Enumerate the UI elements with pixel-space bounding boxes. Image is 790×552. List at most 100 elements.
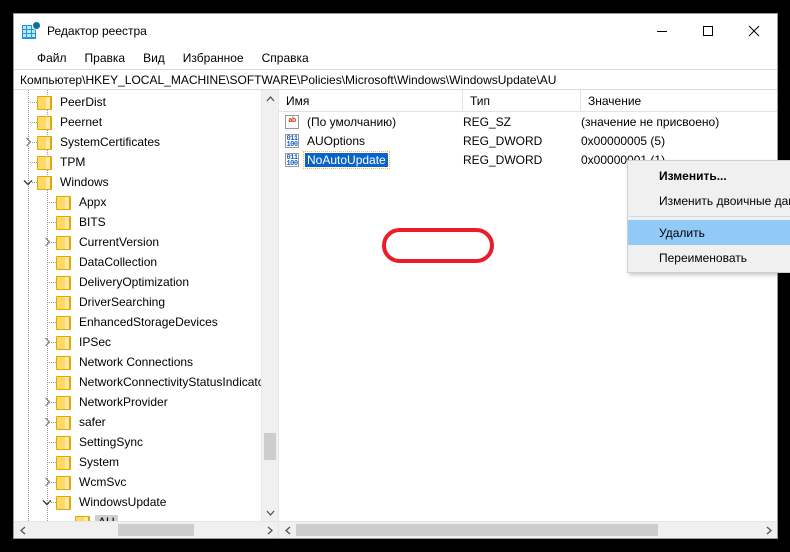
tree-node[interactable]: DriverSearching xyxy=(14,292,261,312)
context-menu[interactable]: Изменить...Изменить двоичные данные... Уд… xyxy=(627,160,790,273)
value-name: AUOptions xyxy=(307,133,366,148)
values-column-headers: Имя Тип Значение xyxy=(279,89,777,112)
string-value-icon: ab xyxy=(285,114,299,129)
value-row[interactable]: 011 100 AUOptions REG_DWORD 0x00000005 (5) xyxy=(279,131,777,150)
tree-node-label: TPM xyxy=(60,155,86,169)
menu-bar: Файл Правка Вид Избранное Справка xyxy=(14,47,777,69)
scroll-down-icon[interactable] xyxy=(262,504,278,521)
value-name: NoAutoUpdate xyxy=(303,150,390,169)
tree-node[interactable]: DeliveryOptimization xyxy=(14,272,261,292)
folder-icon xyxy=(55,455,71,470)
scroll-right-icon[interactable] xyxy=(760,522,777,538)
tree-node[interactable]: AU xyxy=(14,512,261,521)
tree-scroll-area: PeerDist Peernet SystemCertificates TPM Wind… xyxy=(14,90,278,521)
close-button[interactable] xyxy=(731,15,777,47)
context-menu-item[interactable]: Переименовать xyxy=(628,245,790,270)
value-data: (значение не присвоено) xyxy=(581,114,720,129)
tree-vscroll-track[interactable] xyxy=(262,107,278,504)
tree-node-label: NetworkConnectivityStatusIndicator xyxy=(79,375,261,389)
window-title: Редактор реестра xyxy=(47,23,147,38)
tree-node[interactable]: Peernet xyxy=(14,112,261,132)
tree-node[interactable]: TPM xyxy=(14,152,261,172)
folder-icon xyxy=(55,275,71,290)
menu-file[interactable]: Файл xyxy=(28,49,76,67)
value-type: REG_DWORD xyxy=(463,133,543,148)
tree-node[interactable]: NetworkConnectivityStatusIndicator xyxy=(14,372,261,392)
folder-icon xyxy=(55,335,71,350)
folder-icon xyxy=(55,395,71,410)
column-header-name[interactable]: Имя xyxy=(279,89,463,112)
column-header-value[interactable]: Значение xyxy=(581,90,777,112)
tree-node[interactable]: PeerDist xyxy=(14,92,261,112)
tree-node-label: NetworkProvider xyxy=(79,395,168,409)
value-name-cell: ab (По умолчанию) xyxy=(279,114,463,129)
tree-node[interactable]: DataCollection xyxy=(14,252,261,272)
tree-node[interactable]: EnhancedStorageDevices xyxy=(14,312,261,332)
menu-view[interactable]: Вид xyxy=(134,49,174,67)
tree-node-label: CurrentVersion xyxy=(79,235,160,249)
value-row[interactable]: ab (По умолчанию) REG_SZ (значение не присв… xyxy=(279,112,777,131)
menu-help[interactable]: Справка xyxy=(253,49,318,67)
folder-icon xyxy=(55,195,71,210)
tree-vscroll-thumb[interactable] xyxy=(264,432,276,461)
registry-editor-window: Редактор реестра Файл Правка Вид Избранн… xyxy=(13,13,790,539)
menu-favorites[interactable]: Избранное xyxy=(174,49,253,67)
address-bar[interactable]: Компьютер\HKEY_LOCAL_MACHINE\SOFTWARE\Po… xyxy=(14,69,777,90)
column-header-type[interactable]: Тип xyxy=(463,89,581,112)
folder-icon xyxy=(36,135,52,150)
tree-node[interactable]: WindowsUpdate xyxy=(14,492,261,512)
title-bar: Редактор реестра xyxy=(14,14,777,47)
scroll-up-icon[interactable] xyxy=(262,90,278,107)
tree-node[interactable]: NetworkProvider xyxy=(14,392,261,412)
tree-node-label: SettingSync xyxy=(79,435,144,449)
folder-icon xyxy=(36,175,52,190)
registry-tree[interactable]: PeerDist Peernet SystemCertificates TPM Wind… xyxy=(14,90,261,521)
folder-icon xyxy=(55,475,71,490)
tree-vertical-scrollbar[interactable] xyxy=(261,90,278,521)
context-menu-item[interactable]: Изменить двоичные данные... xyxy=(628,188,790,213)
folder-icon xyxy=(74,515,90,521)
registry-editor-icon xyxy=(22,21,40,39)
tree-node[interactable]: IPSec xyxy=(14,332,261,352)
tree-hscroll-thumb[interactable] xyxy=(118,524,195,536)
tree-node[interactable]: CurrentVersion xyxy=(14,232,261,252)
tree-node-label: SystemCertificates xyxy=(60,135,161,149)
tree-node-label: PeerDist xyxy=(60,95,107,109)
values-horizontal-scrollbar[interactable] xyxy=(279,521,777,538)
dword-value-icon: 011 100 xyxy=(285,133,299,148)
tree-node-label: safer xyxy=(79,415,106,429)
tree-node[interactable]: Appx xyxy=(14,192,261,212)
tree-node-label: Appx xyxy=(79,195,107,209)
tree-node[interactable]: Network Connections xyxy=(14,352,261,372)
scroll-left-icon[interactable] xyxy=(279,522,296,538)
tree-node-label: DriverSearching xyxy=(79,295,166,309)
tree-hscroll-track[interactable] xyxy=(31,522,261,538)
tree-horizontal-scrollbar[interactable] xyxy=(14,521,278,538)
registry-path: Компьютер\HKEY_LOCAL_MACHINE\SOFTWARE\Po… xyxy=(20,72,557,87)
folder-icon xyxy=(55,415,71,430)
tree-node[interactable]: BITS xyxy=(14,212,261,232)
minimize-button[interactable] xyxy=(639,15,685,47)
tree-node[interactable]: safer xyxy=(14,412,261,432)
folder-icon xyxy=(36,95,52,110)
folder-icon xyxy=(55,255,71,270)
menu-edit[interactable]: Правка xyxy=(76,49,135,67)
values-hscroll-track[interactable] xyxy=(296,522,760,538)
scroll-right-icon[interactable] xyxy=(261,522,278,538)
tree-node-label: Windows xyxy=(60,175,109,189)
context-menu-item[interactable]: Изменить... xyxy=(628,163,790,188)
scroll-left-icon[interactable] xyxy=(14,522,31,538)
tree-node-label: Peernet xyxy=(60,115,103,129)
tree-node[interactable]: Windows xyxy=(14,172,261,192)
tree-node[interactable]: System xyxy=(14,452,261,472)
maximize-button[interactable] xyxy=(685,15,731,47)
values-hscroll-thumb[interactable] xyxy=(296,524,658,536)
folder-icon xyxy=(55,375,71,390)
context-menu-item[interactable]: Удалить xyxy=(628,220,790,245)
tree-node[interactable]: WcmSvc xyxy=(14,472,261,492)
value-name: (По умолчанию) xyxy=(307,114,397,129)
values-pane: Имя Тип Значение ab (По умолчанию) REG_SZ (… xyxy=(279,89,790,538)
tree-node[interactable]: SettingSync xyxy=(14,432,261,452)
tree-node[interactable]: SystemCertificates xyxy=(14,132,261,152)
tree-node-label: DataCollection xyxy=(79,255,158,269)
